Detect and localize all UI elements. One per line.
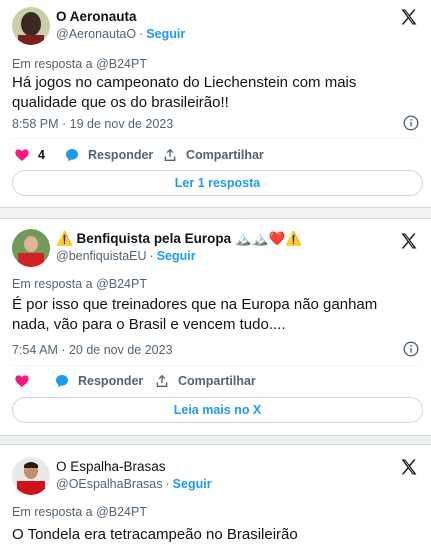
share-icon: [156, 374, 168, 387]
tweet-header: ⚠️ Benfiquista pela Europa 🏔️🏔️❤️⚠️ @ben…: [12, 227, 419, 271]
share-icon: [164, 148, 176, 161]
author-handle[interactable]: @benfiquistaEU: [56, 249, 147, 263]
reply-context: Em resposta a @B24PT: [12, 505, 147, 519]
share-label: Compartilhar: [186, 148, 264, 162]
reply-label: Responder: [78, 374, 144, 388]
author-handle-line: @AeronautaO · Seguir: [56, 27, 185, 41]
share-button[interactable]: Compartilhar: [162, 147, 264, 163]
follow-button[interactable]: Seguir: [173, 477, 212, 491]
avatar[interactable]: [12, 457, 50, 495]
x-logo-icon[interactable]: [399, 231, 419, 251]
x-logo-icon[interactable]: [399, 457, 419, 477]
reply-context: Em resposta a @B24PT: [12, 57, 147, 71]
tweet-text: É por isso que treinadores que na Europa…: [12, 296, 378, 333]
like-button[interactable]: 4: [14, 147, 45, 163]
tweet-text: O Tondela era tetracampeão no Brasileirã…: [12, 526, 298, 543]
author-name[interactable]: O Espalha-Brasas: [56, 459, 166, 474]
reply-bubble-icon: [56, 375, 68, 388]
divider: [12, 365, 419, 366]
reply-bubble-icon: [66, 149, 78, 162]
tweet-actions: Responder Compartilhar: [12, 373, 419, 393]
reply-context: Em resposta a @B24PT: [12, 277, 147, 291]
tweet-card[interactable]: ⚠️ Benfiquista pela Europa 🏔️🏔️❤️⚠️ @ben…: [0, 218, 431, 436]
author-handle-line: @benfiquistaEU · Seguir: [56, 249, 196, 263]
divider: [12, 138, 419, 139]
heart-icon: [15, 149, 29, 161]
author-handle[interactable]: @AeronautaO: [56, 27, 136, 41]
reply-button[interactable]: Responder: [54, 373, 143, 389]
share-button[interactable]: Compartilhar: [154, 373, 256, 389]
tweet-timestamp[interactable]: 8:58 PM · 19 de nov de 2023: [12, 117, 173, 131]
author-handle-line: @OEspalhaBrasas · Seguir: [56, 477, 212, 491]
follow-button[interactable]: Seguir: [157, 249, 196, 263]
author-name[interactable]: ⚠️ Benfiquista pela Europa 🏔️🏔️❤️⚠️: [56, 231, 302, 247]
tweet-card[interactable]: O Aeronauta @AeronautaO · Seguir Em respos…: [0, 0, 431, 208]
reply-button[interactable]: Responder: [64, 147, 153, 163]
tweet-timestamp[interactable]: 7:54 AM · 20 de nov de 2023: [12, 343, 173, 357]
author-handle[interactable]: @OEspalhaBrasas: [56, 477, 163, 491]
read-replies-button[interactable]: Ler 1 resposta: [12, 170, 423, 196]
info-icon[interactable]: [403, 115, 419, 131]
tweet-feed: O Aeronauta @AeronautaO · Seguir Em respos…: [0, 0, 431, 553]
read-more-on-x-button[interactable]: Leia mais no X: [12, 397, 423, 423]
separator-dot: ·: [165, 477, 170, 491]
like-count: 4: [38, 148, 45, 162]
author-name[interactable]: O Aeronauta: [56, 9, 137, 24]
follow-button[interactable]: Seguir: [146, 27, 185, 41]
tweet-header: O Espalha-Brasas @OEspalhaBrasas · Seguir: [12, 455, 419, 499]
heart-icon: [15, 375, 29, 387]
separator-dot: ·: [149, 249, 154, 263]
separator-dot: ·: [139, 27, 144, 41]
x-logo-icon[interactable]: [399, 7, 419, 27]
share-label: Compartilhar: [178, 374, 256, 388]
avatar[interactable]: [12, 7, 50, 45]
like-button[interactable]: [14, 373, 30, 389]
tweet-card[interactable]: O Espalha-Brasas @OEspalhaBrasas · Seguir …: [0, 444, 431, 553]
tweet-text: Há jogos no campeonato do Liechenstein c…: [12, 74, 357, 111]
reply-label: Responder: [88, 148, 154, 162]
tweet-header: O Aeronauta @AeronautaO · Seguir: [12, 5, 419, 49]
tweet-actions: 4 Responder Compartilhar: [12, 147, 419, 167]
avatar[interactable]: [12, 229, 50, 267]
info-icon[interactable]: [403, 341, 419, 357]
